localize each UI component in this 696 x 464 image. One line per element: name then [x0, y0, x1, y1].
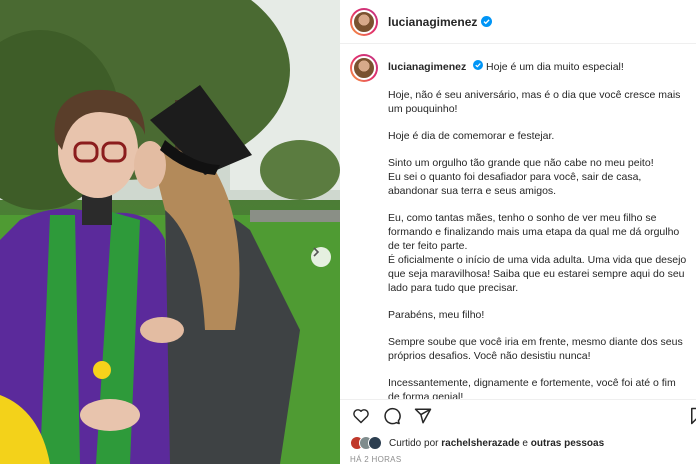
- likes-summary: Curtido por rachelsherazade e outras pes…: [350, 436, 604, 450]
- caption-paragraph: Sinto um orgulho tão grande que não cabe…: [388, 157, 654, 197]
- username[interactable]: lucianagimenez: [388, 15, 477, 29]
- post-actions: [340, 399, 696, 431]
- post-photo[interactable]: [0, 0, 340, 464]
- caption-paragraph: Eu, como tantas mães, tenho o sonho de v…: [388, 212, 687, 294]
- chevron-right-icon: [313, 247, 320, 257]
- caption-body: Hoje, não é seu aniversário, mas é o dia…: [388, 88, 688, 399]
- caption-paragraph: Hoje é dia de comemorar e festejar.: [388, 130, 555, 142]
- liker-avatars[interactable]: [350, 436, 382, 450]
- post-header: lucianagimenez: [340, 0, 696, 44]
- bookmark-icon: [691, 407, 696, 425]
- likes-user-link[interactable]: rachelsherazade: [441, 438, 519, 449]
- likes-prefix: Curtido por: [389, 437, 439, 449]
- avatar: [368, 436, 382, 450]
- post-timestamp[interactable]: HÁ 2 HORAS: [350, 455, 401, 464]
- avatar[interactable]: [350, 7, 378, 36]
- likes-connector: e: [522, 437, 528, 449]
- save-button[interactable]: [686, 405, 696, 427]
- caption-paragraph: Parabéns, meu filho!: [388, 309, 485, 321]
- share-button[interactable]: [412, 405, 434, 427]
- caption-header: lucianagimenez Hoje é um dia muito espec…: [350, 54, 696, 82]
- likes-others-link[interactable]: outras pessoas: [531, 438, 604, 449]
- comment-button[interactable]: [381, 405, 403, 427]
- share-icon: [414, 408, 432, 423]
- caption-intro: Hoje é um dia muito especial!: [486, 61, 624, 73]
- caption-paragraph: Sempre soube que você iria em frente, me…: [388, 336, 683, 362]
- photo-graduation-illustration: [0, 0, 340, 464]
- caption-username[interactable]: lucianagimenez: [388, 61, 466, 73]
- comment-icon: [384, 407, 401, 424]
- caption-avatar[interactable]: [350, 54, 378, 82]
- verified-badge-icon: [473, 60, 484, 70]
- caption-first-line: lucianagimenez Hoje é um dia muito espec…: [388, 54, 624, 74]
- verified-badge-icon: [481, 16, 493, 27]
- like-button[interactable]: [350, 405, 372, 427]
- caption-paragraph: Incessantemente, dignamente e fortemente…: [388, 377, 676, 399]
- post-side-panel: lucianagimenez lucianagimenez Hoje é um …: [340, 0, 696, 464]
- carousel-next-button[interactable]: [311, 247, 331, 267]
- heart-icon: [353, 408, 369, 423]
- post-caption: lucianagimenez Hoje é um dia muito espec…: [350, 54, 696, 399]
- caption-paragraph: Hoje, não é seu aniversário, mas é o dia…: [388, 89, 681, 115]
